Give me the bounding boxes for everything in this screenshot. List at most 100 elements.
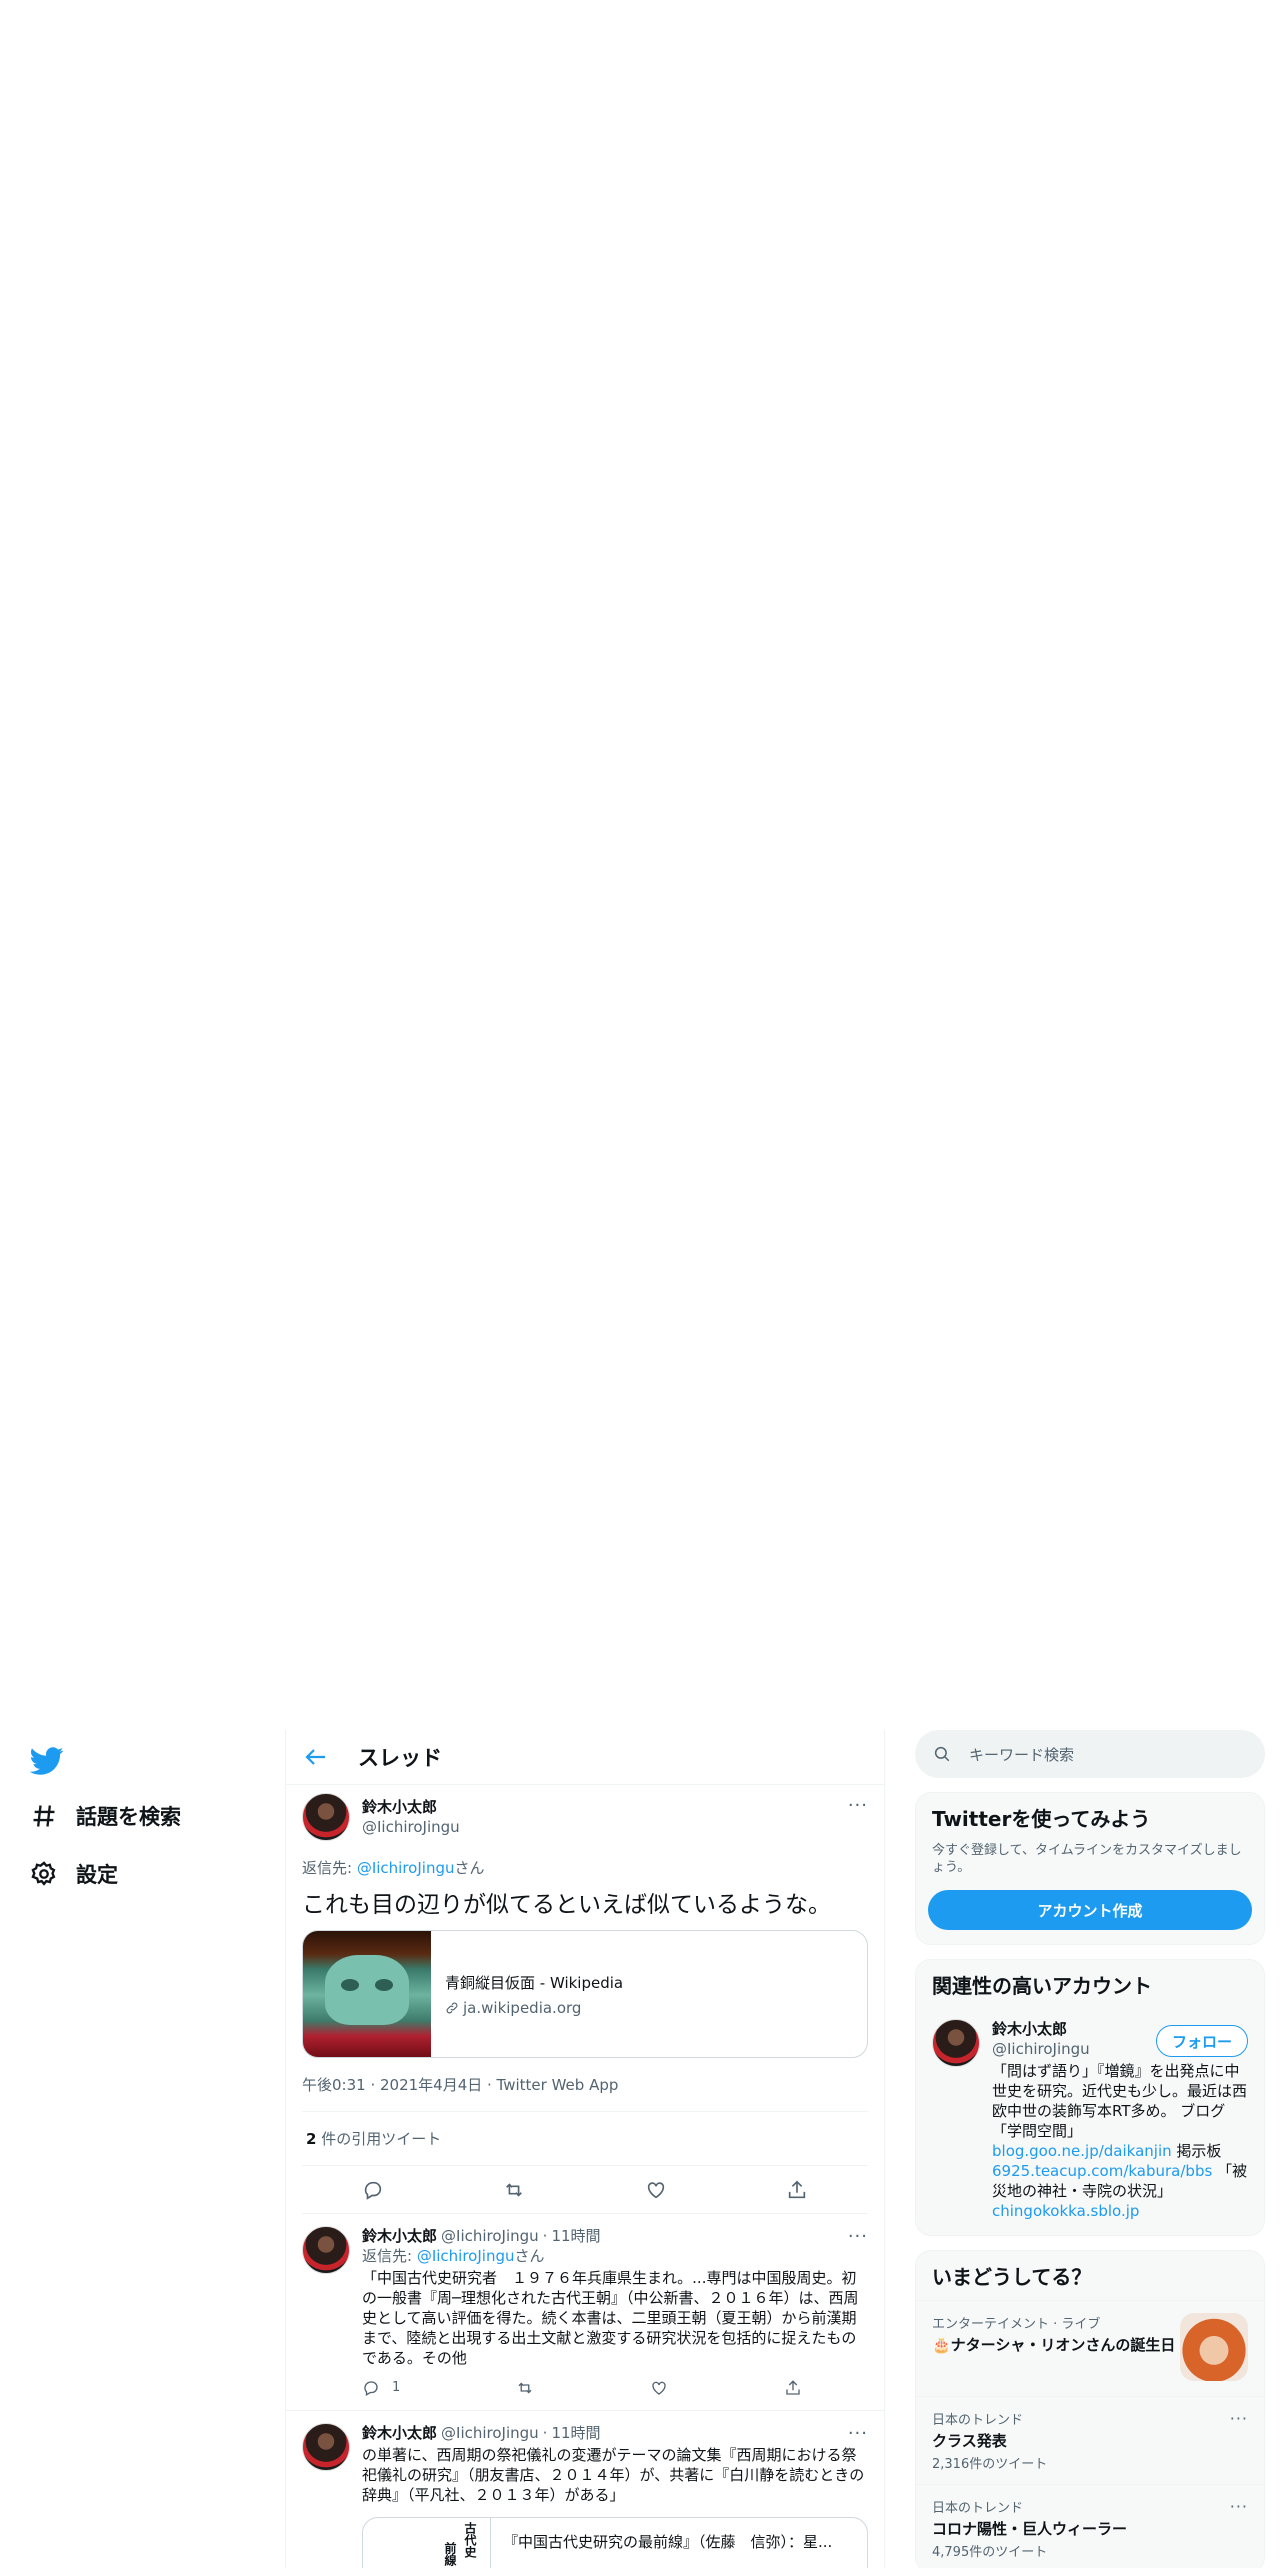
quote-tweets-link[interactable]: 2 件の引用ツイート	[302, 2112, 868, 2166]
related-accounts-box: 関連性の高いアカウント 鈴木小太郎 @IichiroJingu 「問はず語り」『…	[915, 1959, 1265, 2236]
reply-icon[interactable]	[362, 2179, 384, 2201]
main-tweet: 鈴木小太郎 @IichiroJingu ··· 返信先: @IichiroJin…	[286, 1785, 884, 2214]
more-options-icon[interactable]: ···	[848, 1795, 868, 1816]
separator: ·	[542, 2424, 548, 2442]
right-sidebar: キーワード検索 Twitterを使ってみよう 今すぐ登録して、タイムラインをカス…	[915, 1730, 1265, 2568]
reply-to: 返信先: @IichiroJinguさん	[302, 1857, 868, 1878]
reply-time[interactable]: 11時間	[551, 2226, 600, 2246]
search-box[interactable]: キーワード検索	[915, 1730, 1265, 1778]
reply-tweet[interactable]: 鈴木小太郎 @IichiroJingu · 11時間 の単著に、西周期の祭祀儀礼…	[286, 2411, 884, 2568]
trend-count: 4,795件のツイート	[932, 2545, 1048, 2560]
reply-icon	[364, 2381, 378, 2396]
trends-box: いまどうしてる？ エンターテイメント · ライブ 🎂ナターシャ・リオンさんの誕生…	[915, 2250, 1265, 2568]
card-domain-text: ja.wikipedia.org	[463, 1998, 582, 2017]
reply-mention-link[interactable]: @IichiroJingu	[357, 1859, 455, 1877]
card-thumbnail	[303, 1931, 431, 2057]
signup-box: Twitterを使ってみよう 今すぐ登録して、タイムラインをカスタマイズしましょ…	[915, 1792, 1265, 1945]
share-icon	[786, 2380, 800, 2395]
card-title: 『中国古代史研究の最前線』（佐藤 信弥）：星...	[503, 2533, 833, 2551]
related-account[interactable]: 鈴木小太郎 @IichiroJingu 「問はず語り」『増鏡』を出発点に中世史を…	[916, 2009, 1264, 2235]
author-handle[interactable]: @IichiroJingu	[362, 1817, 460, 1837]
quote-count: 2	[306, 2130, 317, 2148]
card-title: 青銅縦目仮面 - Wikipedia	[445, 1973, 624, 1992]
trend-image	[1180, 2313, 1248, 2381]
reply-mention-link[interactable]: @IichiroJingu	[417, 2247, 515, 2265]
card-domain: ja.wikipedia.org	[445, 1999, 853, 2017]
like-button[interactable]	[650, 2379, 668, 2397]
related-title: 関連性の高いアカウント	[932, 1974, 1152, 1998]
avatar[interactable]	[932, 2019, 980, 2067]
twitter-logo-icon[interactable]	[30, 1744, 64, 1778]
bio-text-1: 「問はず語り」『増鏡』を出発点に中世史を研究。近代史も少し。最近は西欧中世の装飾…	[992, 2062, 1248, 2140]
trend-name: コロナ陽性・巨人ウィーラー	[932, 2520, 1128, 2538]
nav-settings[interactable]: 設定	[30, 1854, 118, 1894]
bio-text-2: 掲示板	[1171, 2142, 1222, 2160]
retweet-button[interactable]	[516, 2379, 534, 2397]
signup-title: Twitterを使ってみよう	[932, 1807, 1151, 1831]
reply-text: の単著に、西周期の祭祀儀礼の変遷がテーマの論文集『西周期における祭祀儀礼の研究』…	[362, 2446, 865, 2504]
page-title: スレッド	[358, 1746, 442, 1770]
link-card[interactable]: 古代史 前線 『中国古代史研究の最前線』（佐藤 信弥）：星...	[362, 2517, 868, 2568]
quote-label: 件の引用ツイート	[316, 2130, 442, 2148]
reply-text: 「中国古代史研究者 １９７６年兵庫県生まれ。...専門は中国殷周史。初の一般書『…	[362, 2269, 859, 2367]
tweet-actions	[302, 2166, 868, 2214]
more-options-icon[interactable]: ···	[1230, 2409, 1248, 2428]
bio-link-sblo[interactable]: chingokokka.sblo.jp	[992, 2202, 1139, 2220]
back-arrow-icon[interactable]	[304, 1745, 328, 1769]
trend-name: クラス発表	[932, 2432, 1007, 2450]
reply-button[interactable]: 1	[362, 2378, 400, 2398]
bio-link-bbs[interactable]: 6925.teacup.com/kabura/bbs	[992, 2162, 1212, 2180]
trend-item[interactable]: 日本のトレンド コロナ陽性・巨人ウィーラー 4,795件のツイート ···	[916, 2484, 1264, 2568]
link-icon	[446, 2002, 458, 2013]
author-name[interactable]: 鈴木小太郎	[362, 2226, 437, 2246]
reply-prefix: 返信先:	[302, 1859, 357, 1877]
trend-name: 🎂ナターシャ・リオンさんの誕生日	[932, 2336, 1176, 2354]
more-options-icon[interactable]: ···	[848, 2423, 868, 2444]
left-nav: 話題を検索 設定	[0, 1730, 285, 2568]
signup-subtitle: 今すぐ登録して、タイムラインをカスタマイズしましょう。	[932, 1843, 1242, 1875]
search-placeholder: キーワード検索	[969, 1745, 1075, 1764]
reply-time[interactable]: 11時間	[551, 2423, 600, 2443]
author-name[interactable]: 鈴木小太郎	[362, 1797, 460, 1817]
tweet-text: これも目の辺りが似てるといえば似ているような。	[302, 1892, 831, 1918]
like-icon[interactable]	[645, 2179, 667, 2201]
book-thumbnail: 古代史 前線	[363, 2518, 491, 2568]
bio-link-blog[interactable]: blog.goo.ne.jp/daikanjin	[992, 2142, 1172, 2160]
blank-area	[0, 0, 1284, 1730]
hashtag-icon	[33, 1805, 55, 1827]
thread-header: スレッド	[286, 1730, 884, 1785]
author-name[interactable]: 鈴木小太郎	[362, 2423, 437, 2443]
share-button[interactable]	[784, 2379, 802, 2397]
nav-explore-label: 話題を検索	[76, 1805, 181, 1829]
trend-count: 2,316件のツイート	[932, 2457, 1048, 2472]
trend-context: 日本のトレンド	[932, 2413, 1024, 2428]
more-options-icon[interactable]: ···	[848, 2226, 868, 2247]
gear-icon	[31, 1861, 56, 1886]
nav-explore[interactable]: 話題を検索	[30, 1796, 181, 1836]
avatar[interactable]	[302, 2423, 350, 2471]
search-icon	[934, 1746, 950, 1762]
reply-prefix: 返信先:	[362, 2247, 417, 2265]
create-account-button[interactable]: アカウント作成	[928, 1890, 1252, 1930]
tweet-meta: 午後0:31 · 2021年4月4日 · Twitter Web App	[302, 2074, 868, 2112]
reply-suffix: さん	[514, 2247, 545, 2265]
share-icon[interactable]	[786, 2179, 808, 2201]
thread-column: スレッド 鈴木小太郎 @IichiroJingu ··· 返信先: @Iichi…	[285, 1730, 885, 2568]
reply-to: 返信先: @IichiroJinguさん	[362, 2246, 868, 2266]
author-handle[interactable]: @IichiroJingu	[441, 2423, 539, 2443]
retweet-icon[interactable]	[503, 2179, 525, 2201]
reply-tweet[interactable]: 鈴木小太郎 @IichiroJingu · 11時間 返信先: @Iichiro…	[286, 2214, 884, 2411]
avatar[interactable]	[302, 1793, 350, 1841]
link-card[interactable]: 青銅縦目仮面 - Wikipedia ja.wikipedia.org	[302, 1930, 868, 2058]
avatar[interactable]	[302, 2226, 350, 2274]
trend-item[interactable]: 日本のトレンド クラス発表 2,316件のツイート ···	[916, 2396, 1264, 2484]
reply-actions: 1	[362, 2378, 802, 2398]
trends-title: いまどうしてる？	[932, 2265, 1092, 2289]
trend-item[interactable]: エンターテイメント · ライブ 🎂ナターシャ・リオンさんの誕生日	[916, 2300, 1264, 2396]
book-col-1: 古代史	[463, 2522, 477, 2558]
author-handle[interactable]: @IichiroJingu	[441, 2226, 539, 2246]
more-options-icon[interactable]: ···	[1230, 2497, 1248, 2516]
follow-button[interactable]: フォロー	[1156, 2025, 1248, 2057]
trend-context: 日本のトレンド	[932, 2501, 1024, 2516]
book-col-2: 前線	[443, 2542, 457, 2566]
